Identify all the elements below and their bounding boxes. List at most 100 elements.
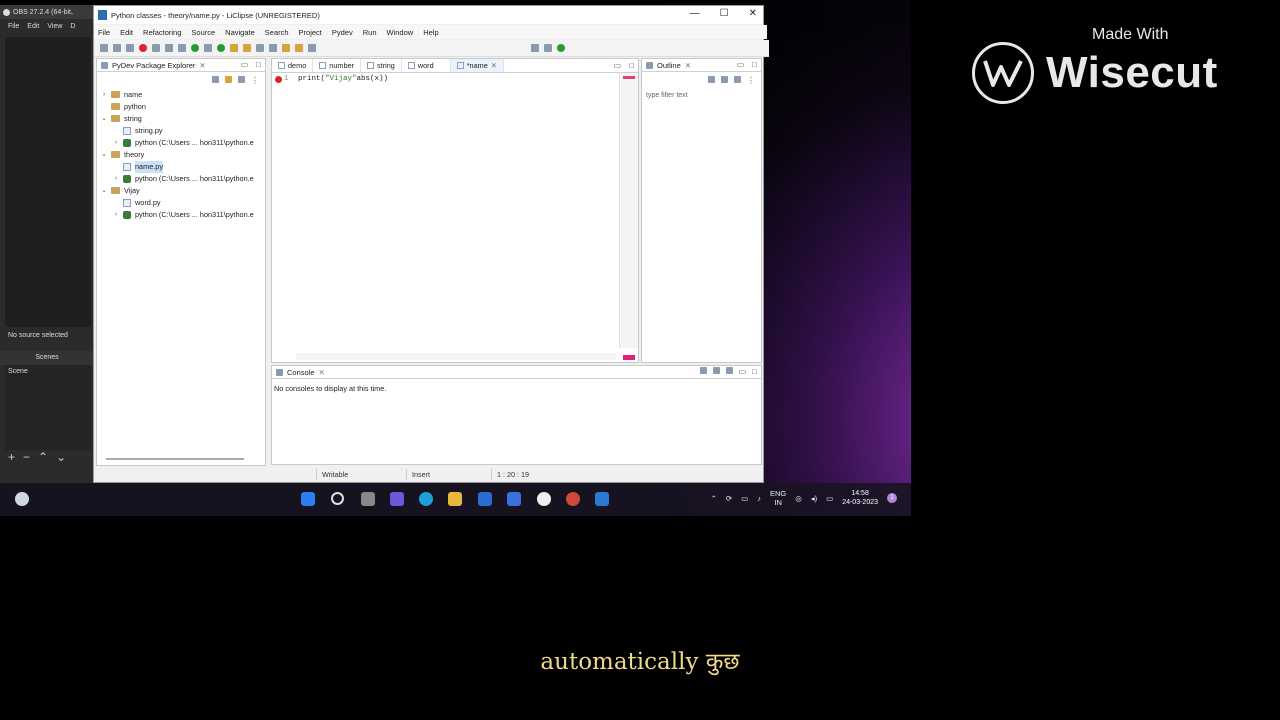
tree-item-vijay[interactable]: ⌄ Vijay <box>97 185 265 197</box>
minimize-view-icon[interactable]: ▭ <box>739 367 747 376</box>
tab-string[interactable]: string <box>361 59 402 72</box>
package-explorer-tab[interactable]: PyDev Package Explorer ✕ ▭ □ <box>97 59 265 72</box>
teams-icon[interactable] <box>390 492 404 506</box>
close-tab-icon[interactable]: ✕ <box>199 61 205 70</box>
close-tab-icon[interactable]: ✕ <box>491 61 497 70</box>
tree-item-interpreter[interactable]: › python (C:\Users ... hon311\python.e <box>97 173 265 185</box>
tab-name[interactable]: *name ✕ <box>450 59 504 72</box>
open-perspective-icon[interactable] <box>531 44 539 52</box>
outline-tab[interactable]: Outline ✕ ▭ □ <box>642 59 761 72</box>
menu-search[interactable]: Search <box>265 28 289 37</box>
collapse-all-icon[interactable] <box>212 76 219 83</box>
close-tab-icon[interactable]: ✕ <box>319 368 325 377</box>
tab-word[interactable]: word <box>402 59 451 72</box>
start-icon[interactable] <box>301 492 315 506</box>
dropbox-icon[interactable] <box>507 492 521 506</box>
console-tab[interactable]: Console ✕ ▭ □ <box>272 366 761 379</box>
move-up-button[interactable]: ⌃ <box>38 450 48 464</box>
search-icon[interactable] <box>331 492 344 505</box>
minimize-view-icon[interactable]: ▭ <box>614 61 622 70</box>
code-line[interactable]: print("Vijay"abs(x)) <box>298 75 388 83</box>
next-annotation-icon[interactable] <box>256 44 264 52</box>
menu-help[interactable]: Help <box>423 28 438 37</box>
tree-item-interpreter[interactable]: › python (C:\Users ... hon311\python.e <box>97 209 265 221</box>
build-icon[interactable] <box>165 44 173 52</box>
obs-icon[interactable] <box>537 492 551 506</box>
clock[interactable]: 14:58 24-03-2023 <box>842 489 878 507</box>
expand-arrow-icon[interactable]: › <box>113 209 119 221</box>
menu-file[interactable]: File <box>98 28 110 37</box>
record-icon[interactable] <box>139 44 147 52</box>
menu-project[interactable]: Project <box>299 28 322 37</box>
hide-fields-icon[interactable] <box>721 76 728 83</box>
tree-item-theory[interactable]: ⌄ theory <box>97 149 265 161</box>
overview-ruler[interactable] <box>619 73 638 348</box>
open-folder-icon[interactable] <box>230 44 238 52</box>
close-tab-icon[interactable]: ✕ <box>685 61 691 70</box>
pydev-perspective-icon[interactable] <box>557 44 565 52</box>
notification-badge[interactable]: 1 <box>887 493 897 503</box>
maximize-button[interactable]: ☐ <box>720 8 729 19</box>
tree-item-string[interactable]: ⌄ string <box>97 113 265 125</box>
tree-item-name-py[interactable]: name.py <box>97 161 265 173</box>
tab-demo[interactable]: demo <box>272 59 314 72</box>
run-icon[interactable] <box>191 44 199 52</box>
filter-icon[interactable] <box>238 76 245 83</box>
menu-edit[interactable]: Edit <box>120 28 133 37</box>
external-tools-icon[interactable] <box>217 44 225 52</box>
obs-menu-d[interactable]: D <box>70 23 75 30</box>
obs-menu-view[interactable]: View <box>47 23 62 30</box>
tree-item-word-py[interactable]: word.py <box>97 197 265 209</box>
collapse-arrow-icon[interactable]: ⌄ <box>101 113 107 125</box>
display-console-icon[interactable] <box>712 367 720 374</box>
add-scene-button[interactable]: + <box>8 450 15 464</box>
save-all-icon[interactable] <box>126 44 134 52</box>
obs-menu-file[interactable]: File <box>8 23 19 30</box>
forward-icon[interactable] <box>295 44 303 52</box>
maximize-view-icon[interactable]: □ <box>752 367 757 376</box>
expand-icon[interactable] <box>734 76 741 83</box>
tree-item-python[interactable]: python <box>97 101 265 113</box>
new-icon[interactable] <box>100 44 108 52</box>
remove-scene-button[interactable]: − <box>23 450 30 464</box>
collapse-arrow-icon[interactable]: ⌄ <box>101 149 107 161</box>
battery-icon[interactable]: ▭ <box>826 494 833 503</box>
edge-icon[interactable] <box>419 492 433 506</box>
minimize-view-icon[interactable]: ▭ <box>241 60 249 69</box>
link-editor-icon[interactable] <box>225 76 232 83</box>
outline-filter-input[interactable]: type filter text <box>646 92 688 99</box>
menu-source[interactable]: Source <box>191 28 215 37</box>
view-menu-icon[interactable]: ⋮ <box>251 76 259 85</box>
pin-console-icon[interactable] <box>699 367 707 374</box>
prev-annotation-icon[interactable] <box>269 44 277 52</box>
obs-menu-edit[interactable]: Edit <box>27 23 39 30</box>
expand-arrow-icon[interactable]: › <box>113 173 119 185</box>
minimize-button[interactable]: — <box>690 8 700 19</box>
run-dropdown-icon[interactable] <box>204 44 212 52</box>
sort-icon[interactable] <box>708 76 715 83</box>
search-tool-icon[interactable] <box>243 44 251 52</box>
tree-item-interpreter[interactable]: › python (C:\Users ... hon311\python.e <box>97 137 265 149</box>
close-button[interactable]: ✕ <box>749 8 757 19</box>
back-icon[interactable] <box>282 44 290 52</box>
weather-icon[interactable] <box>15 492 29 506</box>
expand-arrow-icon[interactable]: › <box>113 137 119 149</box>
horizontal-scrollbar[interactable] <box>296 353 616 360</box>
error-marker-icon[interactable] <box>275 76 282 83</box>
menu-run[interactable]: Run <box>363 28 377 37</box>
explorer-scrollbar[interactable] <box>106 458 244 460</box>
mail-icon[interactable] <box>478 492 492 506</box>
task-view-icon[interactable] <box>361 492 375 506</box>
save-icon[interactable] <box>113 44 121 52</box>
sync-icon[interactable]: ⟳ <box>726 494 732 503</box>
liclipse-icon[interactable] <box>595 492 609 506</box>
tree-item-string-py[interactable]: string.py <box>97 125 265 137</box>
tree-item-name[interactable]: › name <box>97 89 265 101</box>
maximize-view-icon[interactable]: □ <box>629 61 634 70</box>
chrome-icon[interactable] <box>566 492 580 506</box>
network-icon[interactable]: ◎ <box>795 494 802 503</box>
menu-pydev[interactable]: Pydev <box>332 28 353 37</box>
maximize-view-icon[interactable]: □ <box>752 60 757 69</box>
file-explorer-icon[interactable] <box>448 492 462 506</box>
menu-refactoring[interactable]: Refactoring <box>143 28 181 37</box>
